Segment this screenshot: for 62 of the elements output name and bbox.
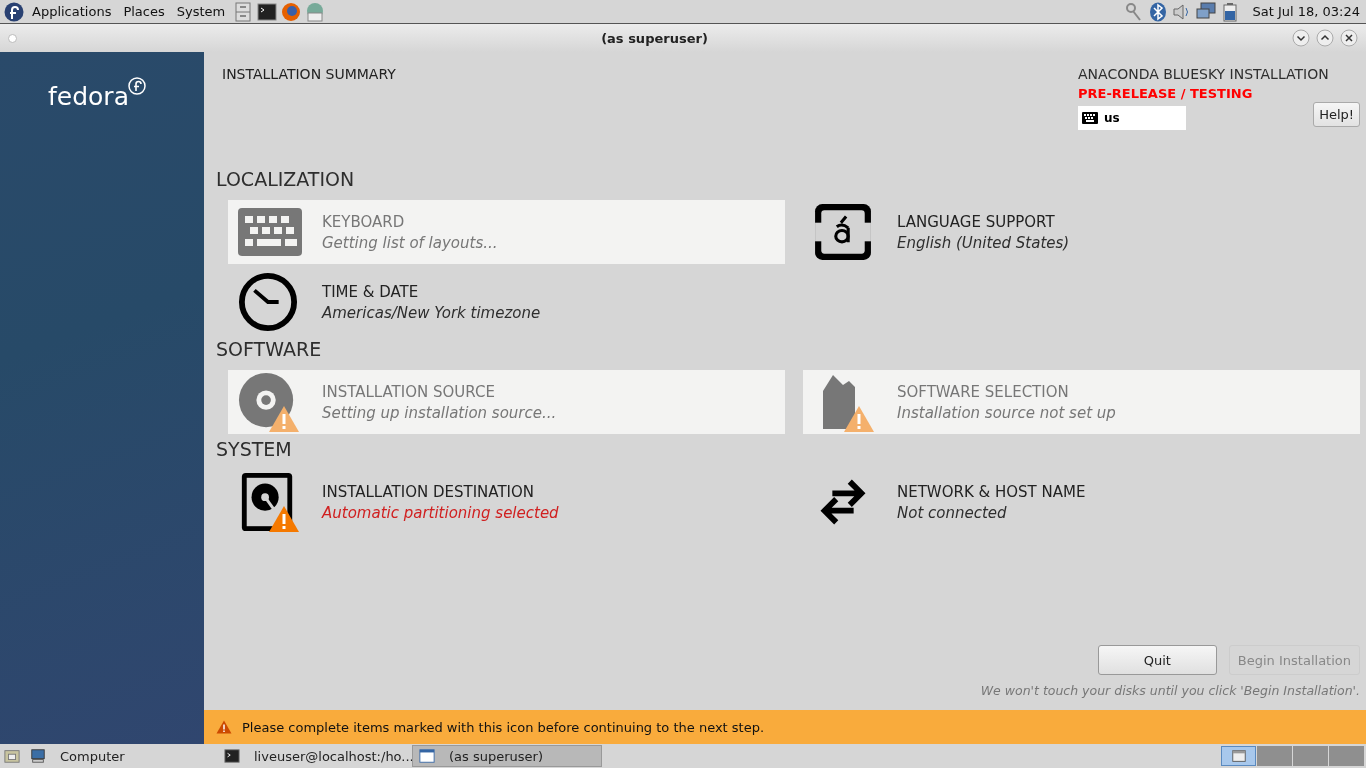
help-button[interactable]: Help! (1313, 102, 1360, 127)
window-menu-dot-icon[interactable] (8, 33, 17, 43)
window-title: (as superuser) (600, 30, 709, 46)
spoke-title: INSTALLATION DESTINATION (322, 482, 536, 501)
spoke-status: Getting list of layouts... (322, 233, 498, 252)
globe-icon[interactable] (281, 1, 302, 22)
action-button[interactable]: Quit (1097, 645, 1217, 675)
fedora-logo-icon (126, 76, 147, 96)
spoke-status: Automatic partitioning selected (322, 503, 559, 522)
workspace-switcher-item[interactable] (1221, 746, 1256, 766)
warning-message: Please complete items marked with this icon before continuing to the next step. (242, 719, 765, 735)
terminal-icon (224, 748, 240, 764)
spoke-status: Installation source not set up (897, 403, 1116, 422)
keyboard-icon (1082, 112, 1098, 124)
maximize-icon[interactable] (1316, 29, 1334, 47)
spoke-title: LANGUAGE SUPPORT (897, 212, 1056, 231)
disk-safety-note: We won't touch your disks until you click 'Begin Installation'. (979, 683, 1360, 698)
fedora-logo-icon[interactable] (4, 1, 24, 22)
spoke-title: KEYBOARD (322, 212, 406, 231)
network-monitor-icon[interactable] (1196, 1, 1217, 22)
panel-menu[interactable]: System (172, 4, 230, 19)
window-icon (1230, 748, 1247, 764)
section-heading: SOFTWARE (216, 338, 323, 362)
spoke-item[interactable]: LANGUAGE SUPPORT English (United States) (803, 200, 1360, 264)
show-desktop-icon[interactable] (4, 748, 20, 764)
spoke-status: English (United States) (897, 233, 1070, 252)
keyboard-layout-indicator[interactable]: us (1078, 106, 1186, 130)
spoke-status: Setting up installation source... (322, 403, 557, 422)
panel-menu[interactable]: Places (119, 4, 169, 19)
warning-icon (216, 720, 232, 734)
spoke-item[interactable]: INSTALLATION DESTINATION Automatic partitioning selected (228, 470, 785, 534)
clock-icon (238, 272, 298, 332)
spoke-item[interactable]: TIME & DATE Americas/New York timezone (228, 270, 785, 334)
logo-text: fedora (48, 84, 129, 109)
workspace-switcher-item[interactable] (1293, 746, 1328, 766)
workspace-switcher-item[interactable] (1329, 746, 1364, 766)
bluetooth-icon[interactable] (1148, 1, 1169, 22)
spoke-item[interactable]: NETWORK & HOST NAME Not connected (803, 470, 1360, 534)
spoke-status: Not connected (897, 503, 1008, 522)
computer-icon (30, 748, 46, 764)
minimize-icon[interactable] (1292, 29, 1310, 47)
package-icon (823, 375, 855, 429)
product-name: ANACONDA BLUESKY INSTALLATION (1078, 66, 1330, 82)
taskbar-button[interactable]: Computer (24, 745, 214, 767)
terminal-icon[interactable] (257, 1, 278, 22)
section-heading: LOCALIZATION (216, 168, 356, 192)
window-icon (419, 748, 435, 764)
prerelease-label: PRE-RELEASE / TESTING (1078, 86, 1254, 101)
spoke-title: TIME & DATE (322, 282, 420, 301)
workspace-switcher-item[interactable] (1257, 746, 1292, 766)
spoke-title: SOFTWARE SELECTION (897, 382, 1070, 401)
spoke-title: INSTALLATION SOURCE (322, 382, 496, 401)
panel-menu[interactable]: Applications (28, 4, 116, 19)
keyboard-icon (238, 208, 302, 256)
panel-clock[interactable]: Sat Jul 18, 03:24 (1252, 4, 1360, 19)
spoke-title: NETWORK & HOST NAME (897, 482, 1086, 501)
page-title: INSTALLATION SUMMARY (222, 66, 396, 84)
close-icon[interactable] (1340, 29, 1358, 47)
letter-a-acute-icon (813, 202, 873, 262)
section-heading: SYSTEM (216, 438, 293, 462)
spoke-status: Americas/New York timezone (322, 303, 541, 322)
taskbar-button[interactable]: (as superuser) (412, 745, 602, 767)
